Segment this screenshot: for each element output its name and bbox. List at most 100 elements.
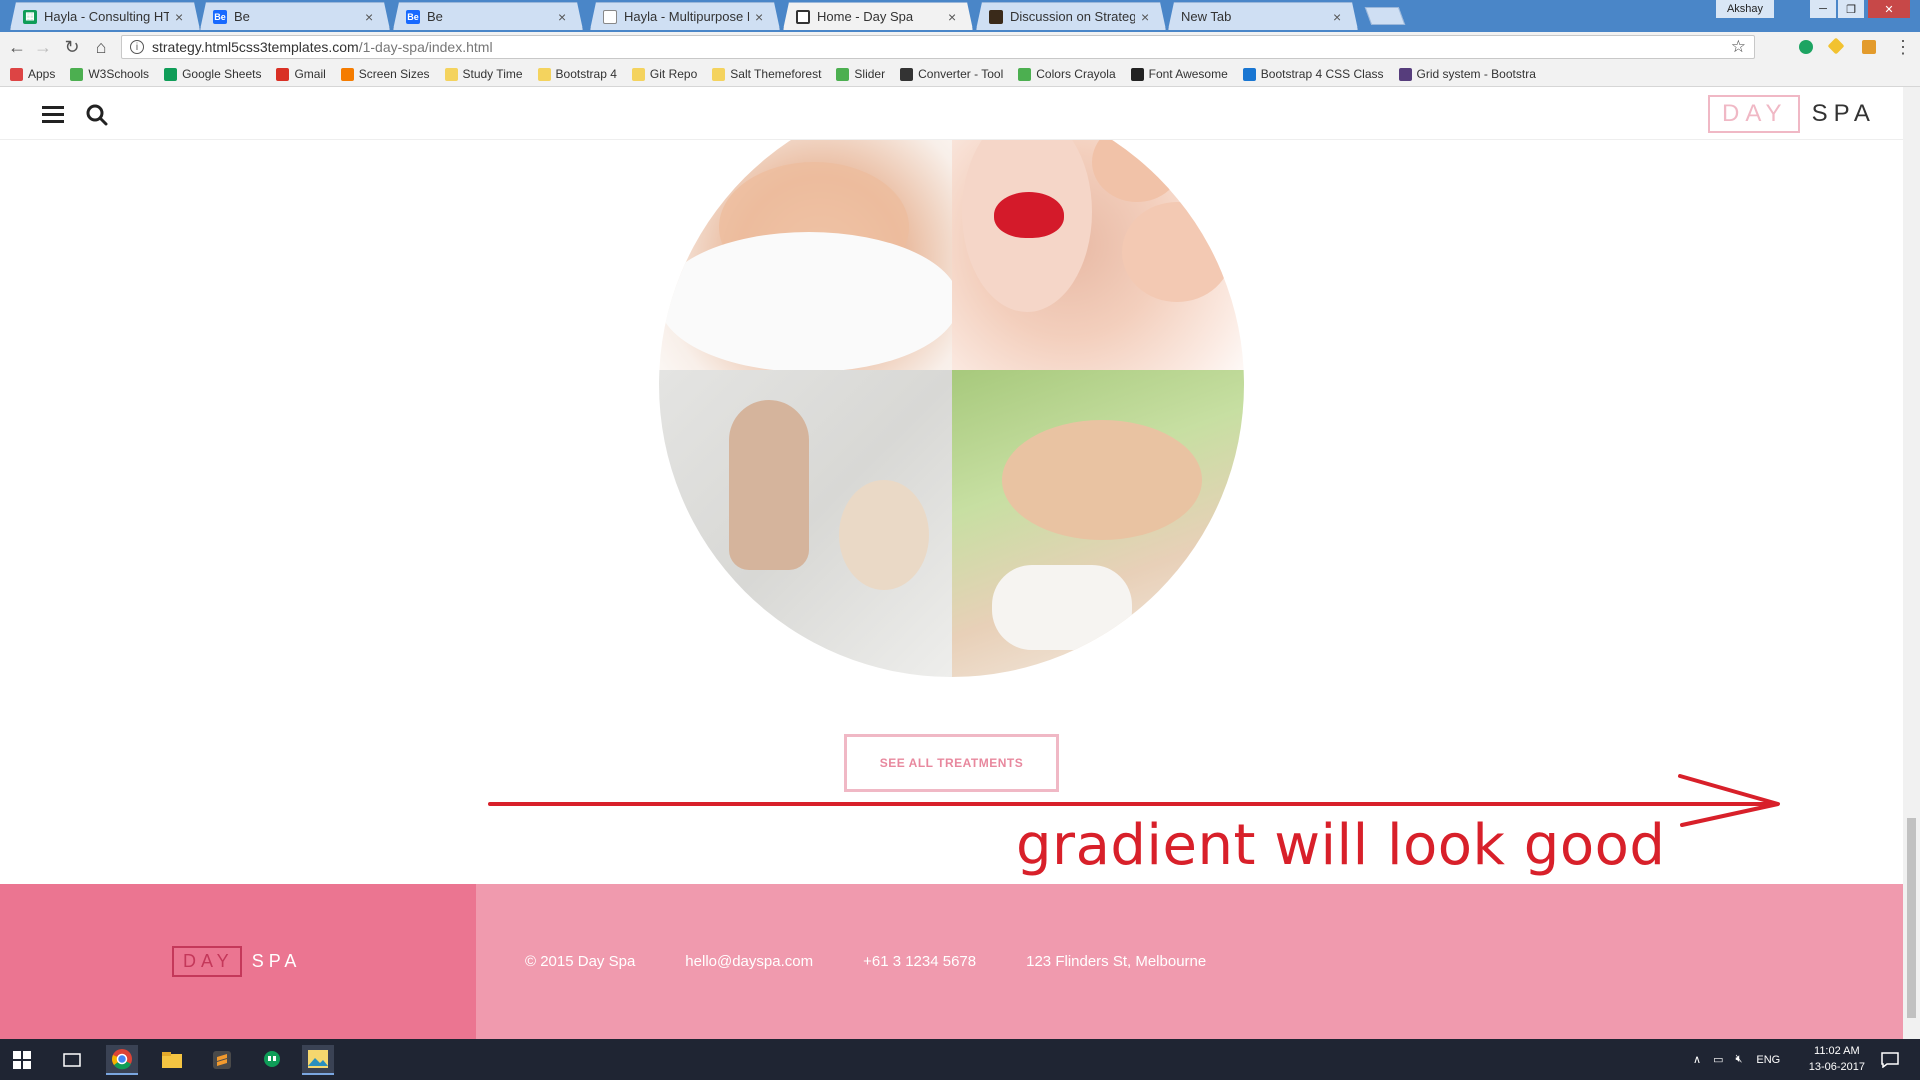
windows-start-icon[interactable] <box>6 1045 38 1075</box>
bookmark-item[interactable]: Bootstrap 4 <box>537 67 617 81</box>
page-scrollbar[interactable] <box>1903 87 1920 1039</box>
maximize-button[interactable]: ❐ <box>1838 0 1864 18</box>
reload-icon[interactable]: ↻ <box>62 37 82 57</box>
close-icon[interactable]: × <box>175 9 187 25</box>
bookmark-item[interactable]: Colors Crayola <box>1018 67 1116 81</box>
bootstrap-icon <box>1398 67 1412 81</box>
tab-new-tab[interactable]: New Tab × <box>1168 2 1358 30</box>
apps-grid-icon <box>10 67 23 81</box>
bookmark-item[interactable]: Font Awesome <box>1130 67 1228 81</box>
page-icon <box>603 10 617 24</box>
tab-hayla-multipurpose[interactable]: Hayla - Multipurpose Bu × <box>590 2 780 30</box>
font-awesome-icon <box>1130 67 1144 81</box>
sublime-text-icon[interactable] <box>206 1045 238 1075</box>
profile-button[interactable]: Akshay <box>1716 0 1774 18</box>
extension-green-icon[interactable] <box>1799 40 1813 54</box>
tab-title: Be <box>234 9 250 24</box>
themeforest-icon <box>989 10 1003 24</box>
logo-spa: SPA <box>1811 100 1876 127</box>
extension-star-icon[interactable] <box>1827 37 1845 55</box>
bookmarks-bar: Apps W3Schools Google Sheets Gmail Screen Si… <box>0 62 1920 87</box>
bookmark-item[interactable]: Salt Themeforest <box>712 67 821 81</box>
volume-muted-icon[interactable]: 🔇︎ <box>1735 1053 1742 1066</box>
new-tab-button[interactable] <box>1364 7 1406 25</box>
network-icon[interactable]: ▭ <box>1713 1053 1723 1066</box>
close-icon[interactable]: × <box>1141 9 1153 25</box>
bookmark-item[interactable]: Google Sheets <box>164 67 261 81</box>
bookmark-label: Converter - Tool <box>918 67 1004 81</box>
bookmark-item[interactable]: Apps <box>10 67 55 81</box>
minimize-button[interactable]: ─ <box>1810 0 1836 18</box>
star-bookmark-icon[interactable]: ☆ <box>1731 37 1746 57</box>
footer-info-panel: © 2015 Day Spa hello@dayspa.com +61 3 12… <box>476 884 1903 1039</box>
extension-key-icon[interactable] <box>1862 40 1876 54</box>
action-center-icon[interactable] <box>1874 1045 1906 1075</box>
bookmark-item[interactable]: Grid system - Bootstra <box>1398 67 1536 81</box>
bookmark-item[interactable]: Gmail <box>276 67 326 81</box>
annotation-text: gradient will look good <box>1016 813 1666 878</box>
search-icon[interactable] <box>86 104 108 126</box>
system-tray: ∧ ▭ 🔇︎ ENG <box>1693 1039 1780 1080</box>
converter-icon <box>900 67 914 81</box>
tab-title: New Tab <box>1181 9 1232 24</box>
bookmark-label: Slider <box>854 67 886 81</box>
bookmark-label: Bootstrap 4 CSS Class <box>1260 67 1384 81</box>
tab-day-spa[interactable]: Home - Day Spa × <box>783 2 973 30</box>
flower-shape <box>1121 202 1232 302</box>
sheets-icon: ▦ <box>23 10 37 24</box>
rolled-towel-shape <box>991 564 1132 650</box>
tab-behance-2[interactable]: Be Be × <box>393 2 583 30</box>
folder-icon <box>444 67 458 81</box>
clock-date: 13-06-2017 <box>1808 1061 1865 1073</box>
photos-app-icon[interactable] <box>302 1045 334 1075</box>
clock[interactable]: 11:02 AM 13-06-2017 <box>1809 1043 1865 1075</box>
see-all-treatments-button[interactable]: SEE ALL TREATMENTS <box>844 734 1059 792</box>
hangouts-icon[interactable] <box>256 1045 288 1075</box>
info-icon[interactable]: i <box>130 40 144 54</box>
tab-discussion-strategy[interactable]: Discussion on Strategy M × <box>976 2 1166 30</box>
footer-phone[interactable]: +61 3 1234 5678 <box>863 953 976 970</box>
site-logo[interactable]: DAY SPA <box>1708 94 1876 134</box>
behance-icon: Be <box>214 11 226 22</box>
scrollbar-thumb[interactable] <box>1907 818 1916 1018</box>
bookmark-label: Gmail <box>294 67 326 81</box>
footer-logo-day: DAY <box>172 946 242 977</box>
bookmark-item[interactable]: Slider <box>836 67 885 81</box>
slider-icon <box>836 67 850 81</box>
folder-icon <box>712 67 726 81</box>
hamburger-menu-icon[interactable] <box>42 106 64 124</box>
close-icon[interactable]: × <box>1333 9 1345 25</box>
footer-logo-spa: SPA <box>251 951 302 971</box>
close-icon[interactable]: × <box>755 9 767 25</box>
language-indicator[interactable]: ENG <box>1756 1054 1780 1066</box>
footer-email[interactable]: hello@dayspa.com <box>685 953 813 970</box>
bookmark-item[interactable]: Bootstrap 4 CSS Class <box>1242 67 1384 81</box>
close-icon[interactable]: × <box>948 9 960 25</box>
bookmark-item[interactable]: Git Repo <box>631 67 697 81</box>
footer-logo[interactable]: DAY SPA <box>172 946 301 977</box>
clock-time: 11:02 AM <box>1814 1045 1860 1057</box>
forward-arrow-icon[interactable]: → <box>33 37 53 57</box>
address-bar[interactable]: i strategy.html5css3templates.com/1-day-… <box>121 35 1755 59</box>
bookmark-item[interactable]: Screen Sizes <box>340 67 430 81</box>
task-view-icon[interactable] <box>56 1045 88 1075</box>
bookmark-label: Salt Themeforest <box>730 67 822 81</box>
bookmark-label: Apps <box>28 67 56 81</box>
chrome-icon[interactable] <box>106 1045 138 1075</box>
footer-copyright: © 2015 Day Spa <box>525 953 636 970</box>
tab-hayla-consulting[interactable]: ▦ Hayla - Consulting HTML × <box>10 2 200 30</box>
show-hidden-icons-icon[interactable]: ∧ <box>1693 1053 1701 1066</box>
tab-behance-1[interactable]: Be Be × <box>200 2 390 30</box>
back-arrow-icon[interactable]: ← <box>7 37 27 57</box>
menu-kebab-icon[interactable]: ⋮ <box>1893 37 1913 57</box>
window-close-button[interactable]: ✕ <box>1868 0 1910 18</box>
bookmark-item[interactable]: Study Time <box>444 67 523 81</box>
close-icon[interactable]: × <box>365 9 377 25</box>
bookmark-item[interactable]: Converter - Tool <box>900 67 1003 81</box>
bookmark-item[interactable]: W3Schools <box>70 67 149 81</box>
home-icon[interactable]: ⌂ <box>91 37 111 57</box>
bookmark-label: W3Schools <box>88 67 150 81</box>
close-icon[interactable]: × <box>558 9 570 25</box>
file-explorer-icon[interactable] <box>156 1045 188 1075</box>
tab-title: Home - Day Spa <box>817 9 914 24</box>
